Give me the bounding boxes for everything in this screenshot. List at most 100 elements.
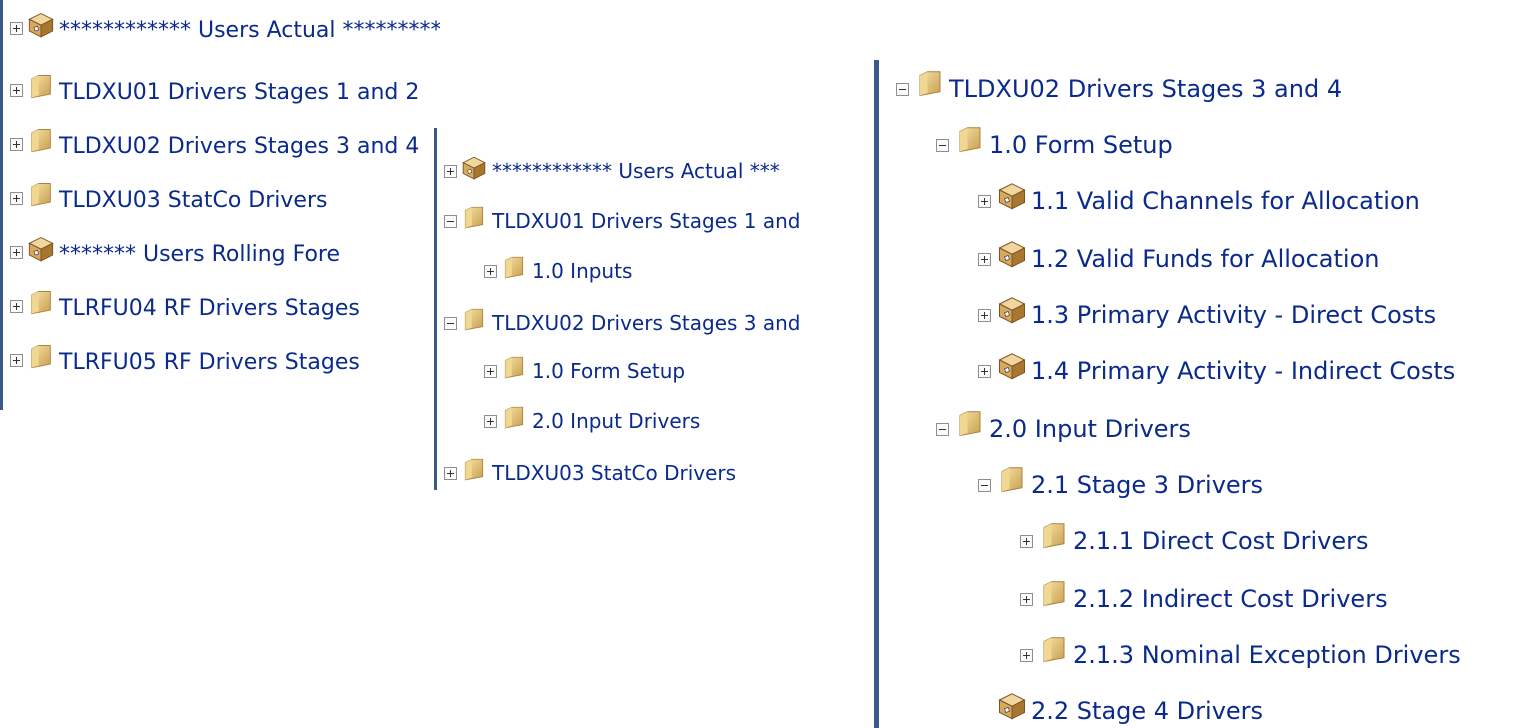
expand-toggle-icon[interactable] [1020, 534, 1033, 548]
tree-item-label: 2.1.3 Nominal Exception Drivers [1073, 641, 1461, 669]
collapse-toggle-icon[interactable] [444, 316, 457, 330]
cube-icon [461, 154, 487, 180]
expand-toggle-icon[interactable] [10, 353, 23, 367]
tree-item-label: 2.0 Input Drivers [532, 409, 701, 433]
folder-icon [501, 354, 527, 380]
expand-toggle-icon[interactable] [10, 191, 23, 205]
tree-item-label: TLDXU02 Drivers Stages 3 and [492, 311, 801, 335]
tree-item-label: ******* Users Rolling Fore [59, 241, 341, 267]
cube-icon [997, 350, 1027, 380]
expand-toggle-icon[interactable] [484, 364, 497, 378]
tree-item-label: TLRFU04 RF Drivers Stages [59, 295, 360, 321]
tree-panel-middle: ************ Users Actual *** TLDXU01 Dr… [434, 128, 874, 490]
folder-icon [1039, 578, 1069, 608]
tree-item-label: TLDXU03 StatCo Drivers [492, 461, 737, 485]
tree-item[interactable]: TLRFU05 RF Drivers Stages [10, 346, 360, 375]
folder-icon [955, 408, 985, 438]
folder-icon [27, 288, 55, 316]
tree-item[interactable]: 2.0 Input Drivers [936, 414, 1191, 444]
tree-item[interactable]: 2.1 Stage 3 Drivers [978, 470, 1263, 500]
expand-toggle-icon[interactable] [484, 264, 497, 278]
tree-item-label: 2.1.1 Direct Cost Drivers [1073, 527, 1369, 555]
folder-icon [501, 254, 527, 280]
tree-item-label: TLDXU01 Drivers Stages 1 and 2 [59, 79, 420, 105]
expand-toggle-icon[interactable] [1020, 648, 1033, 662]
tree-item-label: TLDXU01 Drivers Stages 1 and [492, 209, 801, 233]
expand-toggle-icon[interactable] [10, 245, 23, 259]
tree-item[interactable]: TLDXU02 Drivers Stages 3 and 4 [10, 130, 420, 159]
collapse-toggle-icon[interactable] [444, 214, 457, 228]
tree-item-label: 1.0 Form Setup [532, 359, 686, 383]
tree-item-label: ************ Users Actual *** [492, 159, 780, 183]
tree-item-label: 2.0 Input Drivers [989, 415, 1191, 443]
tree-item[interactable]: 2.1.2 Indirect Cost Drivers [1020, 584, 1388, 614]
tree-item[interactable]: TLDXU03 StatCo Drivers [444, 460, 736, 486]
folder-icon [27, 72, 55, 100]
tree-item[interactable]: TLDXU02 Drivers Stages 3 and 4 [896, 74, 1342, 104]
cube-icon [997, 294, 1027, 324]
tree-item-label: 1.3 Primary Activity - Direct Costs [1031, 301, 1437, 329]
tree-item[interactable]: 2.1.1 Direct Cost Drivers [1020, 526, 1369, 556]
tree-item-label: 2.1 Stage 3 Drivers [1031, 471, 1264, 499]
tree-item[interactable]: TLDXU02 Drivers Stages 3 and [444, 310, 801, 336]
folder-icon [461, 456, 487, 482]
cube-icon [27, 234, 55, 262]
cube-icon [27, 10, 55, 38]
expand-toggle-icon[interactable] [978, 364, 991, 378]
tree-item[interactable]: 1.0 Inputs [484, 258, 632, 284]
expand-toggle-icon[interactable] [978, 252, 991, 266]
tree-item[interactable]: TLDXU01 Drivers Stages 1 and 2 [10, 76, 420, 105]
tree-item[interactable]: 1.3 Primary Activity - Direct Costs [978, 300, 1436, 330]
tree-item[interactable]: 1.2 Valid Funds for Allocation [978, 244, 1379, 274]
tree-item-label: 1.4 Primary Activity - Indirect Costs [1031, 357, 1456, 385]
folder-icon [1039, 520, 1069, 550]
tree-item-label: 1.1 Valid Channels for Allocation [1031, 187, 1420, 215]
tree-item-label: 2.1.2 Indirect Cost Drivers [1073, 585, 1388, 613]
folder-icon [461, 204, 487, 230]
tree-item[interactable]: 2.1.3 Nominal Exception Drivers [1020, 640, 1461, 670]
collapse-toggle-icon[interactable] [978, 478, 991, 492]
tree-item[interactable]: ******* Users Rolling Fore [10, 238, 341, 267]
tree-item-label: 1.2 Valid Funds for Allocation [1031, 245, 1380, 273]
folder-icon [915, 68, 945, 98]
tree-item[interactable]: TLRFU04 RF Drivers Stages [10, 292, 360, 321]
expand-toggle-icon[interactable] [10, 21, 23, 35]
tree-item[interactable]: 2.2 Stage 4 Drivers [997, 696, 1263, 726]
tree-item[interactable]: TLDXU01 Drivers Stages 1 and [444, 208, 801, 234]
tree-item-label: 2.2 Stage 4 Drivers [1031, 697, 1264, 725]
tree-item[interactable]: 1.0 Form Setup [484, 358, 685, 384]
expand-toggle-icon[interactable] [1020, 592, 1033, 606]
tree-item[interactable]: TLDXU03 StatCo Drivers [10, 184, 328, 213]
collapse-toggle-icon[interactable] [896, 82, 909, 96]
tree-item-label: TLDXU02 Drivers Stages 3 and 4 [949, 75, 1343, 103]
tree-item[interactable]: ************ Users Actual ************ [10, 14, 440, 43]
folder-icon [1039, 634, 1069, 664]
expand-toggle-icon[interactable] [978, 194, 991, 208]
panel-border [874, 60, 879, 728]
expand-toggle-icon[interactable] [10, 83, 23, 97]
tree-item-label: TLDXU02 Drivers Stages 3 and 4 [59, 133, 420, 159]
cube-icon [997, 180, 1027, 210]
collapse-toggle-icon[interactable] [936, 138, 949, 152]
tree-item-label: 1.0 Inputs [532, 259, 633, 283]
panel-border [434, 128, 437, 490]
tree-panel-left: ************ Users Actual ************ T… [0, 0, 440, 410]
tree-item[interactable]: 1.0 Form Setup [936, 130, 1173, 160]
expand-toggle-icon[interactable] [10, 137, 23, 151]
expand-toggle-icon[interactable] [484, 414, 497, 428]
tree-item[interactable]: ************ Users Actual *** [444, 158, 780, 184]
folder-icon [461, 306, 487, 332]
folder-icon [27, 126, 55, 154]
tree-item[interactable]: 2.0 Input Drivers [484, 408, 700, 434]
folder-icon [501, 404, 527, 430]
expand-toggle-icon[interactable] [978, 308, 991, 322]
tree-item-label: TLDXU03 StatCo Drivers [59, 187, 328, 213]
tree-item[interactable]: 1.1 Valid Channels for Allocation [978, 186, 1420, 216]
cube-icon [997, 690, 1027, 720]
expand-toggle-icon[interactable] [10, 299, 23, 313]
collapse-toggle-icon[interactable] [936, 422, 949, 436]
expand-toggle-icon[interactable] [444, 164, 457, 178]
folder-icon [997, 464, 1027, 494]
expand-toggle-icon[interactable] [444, 466, 457, 480]
tree-item[interactable]: 1.4 Primary Activity - Indirect Costs [978, 356, 1455, 386]
